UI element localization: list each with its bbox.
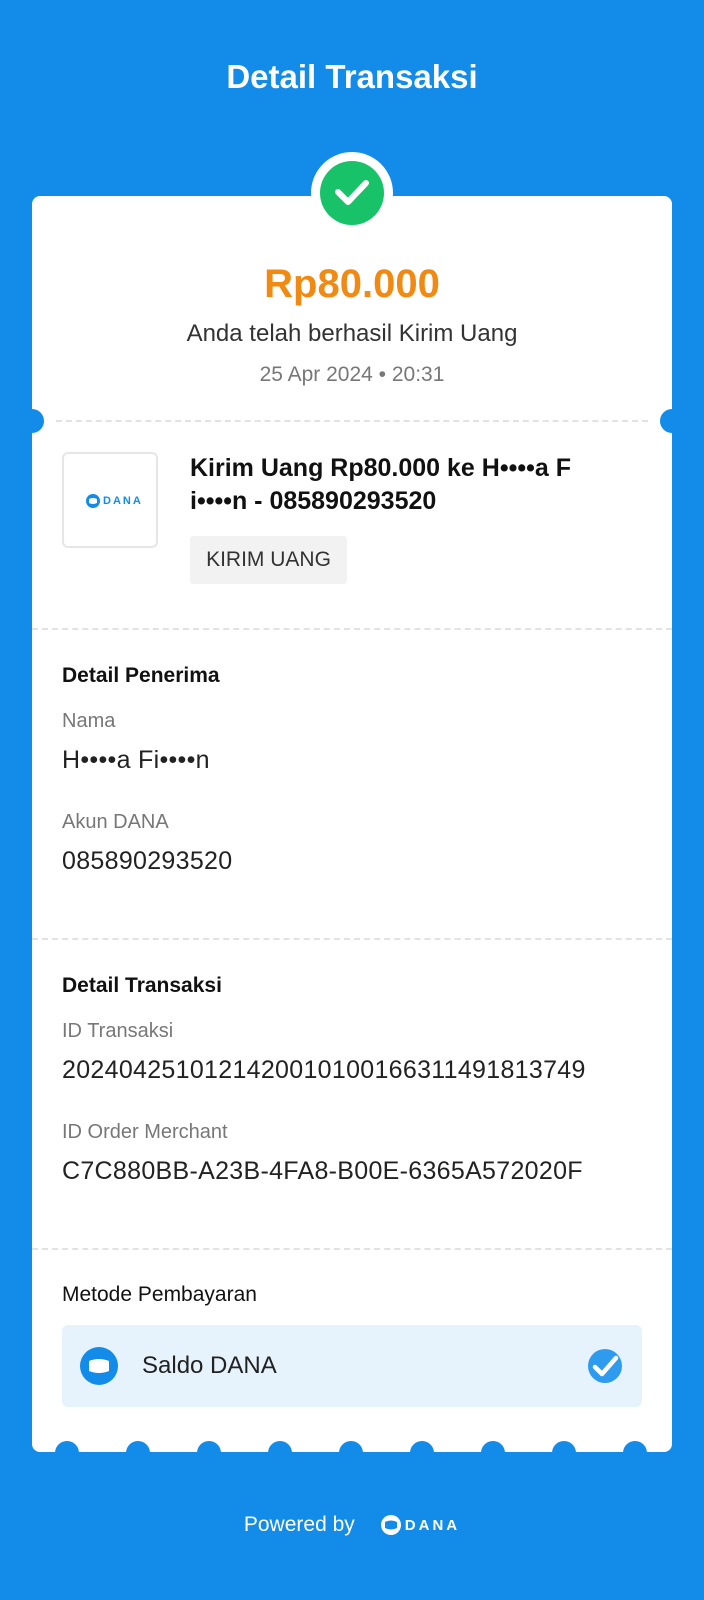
payment-method-option[interactable]: Saldo DANA: [62, 1325, 642, 1407]
details-section-title: Detail Transaksi: [62, 974, 222, 997]
status-text: Anda telah berhasil Kirim Uang: [186, 320, 518, 347]
card-notch-right: [660, 409, 684, 433]
powered-by-text: Powered by: [243, 1513, 355, 1536]
success-badge: [311, 152, 393, 234]
dana-logo-icon: [86, 494, 100, 508]
divider: [32, 1248, 672, 1250]
amount: Rp80.000: [264, 262, 440, 306]
card-bottom-scallop: [339, 1441, 363, 1465]
divider: [32, 938, 672, 940]
transaction-title: Kirim Uang Rp80.000 ke H••••a F i••••n -…: [190, 454, 571, 515]
dana-logo-icon: [380, 1515, 401, 1535]
transaction-id-label: ID Transaksi: [62, 1020, 174, 1042]
transaction-datetime: 25 Apr 2024 • 20:31: [259, 363, 445, 386]
recipient-section-title: Detail Penerima: [62, 664, 220, 687]
name-value: H••••a Fi••••n: [62, 746, 210, 774]
footer-logo: DANA: [380, 1515, 461, 1535]
card-bottom-scallop: [268, 1441, 292, 1465]
payment-method-name: Saldo DANA: [142, 1352, 277, 1379]
card-notch-left: [20, 409, 44, 433]
card-bottom-scallop: [197, 1441, 221, 1465]
divider: [56, 420, 648, 422]
transaction-id-value: 2024042510121420010100166311491813749: [62, 1056, 586, 1084]
account-value: 085890293520: [62, 847, 233, 875]
header-title: Detail Transaksi: [226, 58, 478, 95]
card-bottom-scallop: [55, 1441, 79, 1465]
dana-logo-text: DANA: [103, 495, 143, 507]
card-bottom-scallop: [552, 1441, 576, 1465]
card-bottom-scallop: [623, 1441, 647, 1465]
merchant-logo: DANA: [62, 452, 158, 548]
divider: [32, 628, 672, 630]
selected-check-icon: [586, 1347, 624, 1385]
footer: Powered by DANA: [0, 1513, 704, 1537]
name-label: Nama: [62, 710, 116, 732]
footer-brand: DANA: [404, 1516, 461, 1534]
order-id-value: C7C880BB-A23B-4FA8-B00E-6365A572020F: [62, 1157, 583, 1185]
order-id-label: ID Order Merchant: [62, 1121, 228, 1143]
account-label: Akun DANA: [62, 811, 169, 833]
card-bottom-scallop: [126, 1441, 150, 1465]
wallet-icon: [80, 1347, 118, 1385]
card-bottom-scallop: [481, 1441, 505, 1465]
payment-method-label: Metode Pembayaran: [62, 1283, 257, 1306]
transaction-tag: KIRIM UANG: [190, 536, 347, 584]
card-bottom-scallop: [410, 1441, 434, 1465]
check-icon: [320, 161, 384, 225]
